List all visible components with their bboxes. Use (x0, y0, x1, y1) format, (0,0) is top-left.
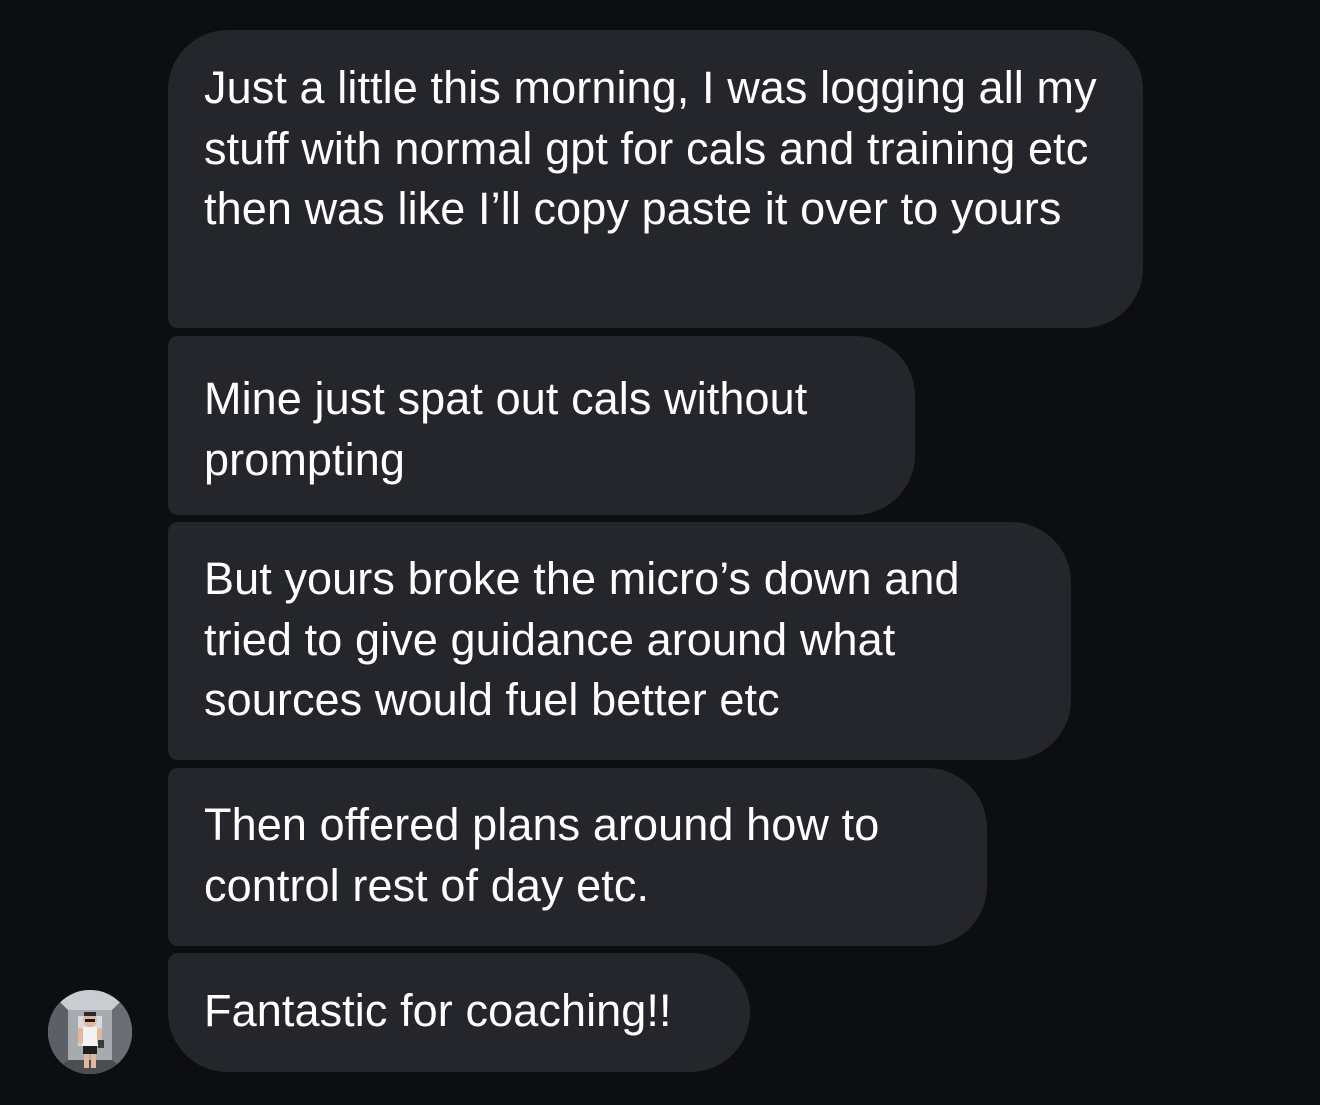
sender-avatar[interactable] (48, 990, 132, 1074)
message-bubble[interactable]: Then offered plans around how to control… (168, 768, 987, 946)
message-text: Just a little this morning, I was loggin… (204, 62, 1097, 234)
message-bubble[interactable]: Mine just spat out cals without promptin… (168, 336, 915, 515)
message-text: Then offered plans around how to control… (204, 799, 880, 911)
message-bubble[interactable]: But yours broke the micro’s down and tri… (168, 522, 1071, 760)
message-bubble[interactable]: Just a little this morning, I was loggin… (168, 30, 1143, 328)
message-text: Mine just spat out cals without promptin… (204, 373, 808, 485)
message-text: Fantastic for coaching!! (204, 985, 672, 1036)
message-text: But yours broke the micro’s down and tri… (204, 553, 960, 725)
avatar-photo-icon (48, 990, 132, 1074)
message-thread: Just a little this morning, I was loggin… (0, 0, 1320, 1105)
message-bubble[interactable]: Fantastic for coaching!! (168, 953, 750, 1072)
